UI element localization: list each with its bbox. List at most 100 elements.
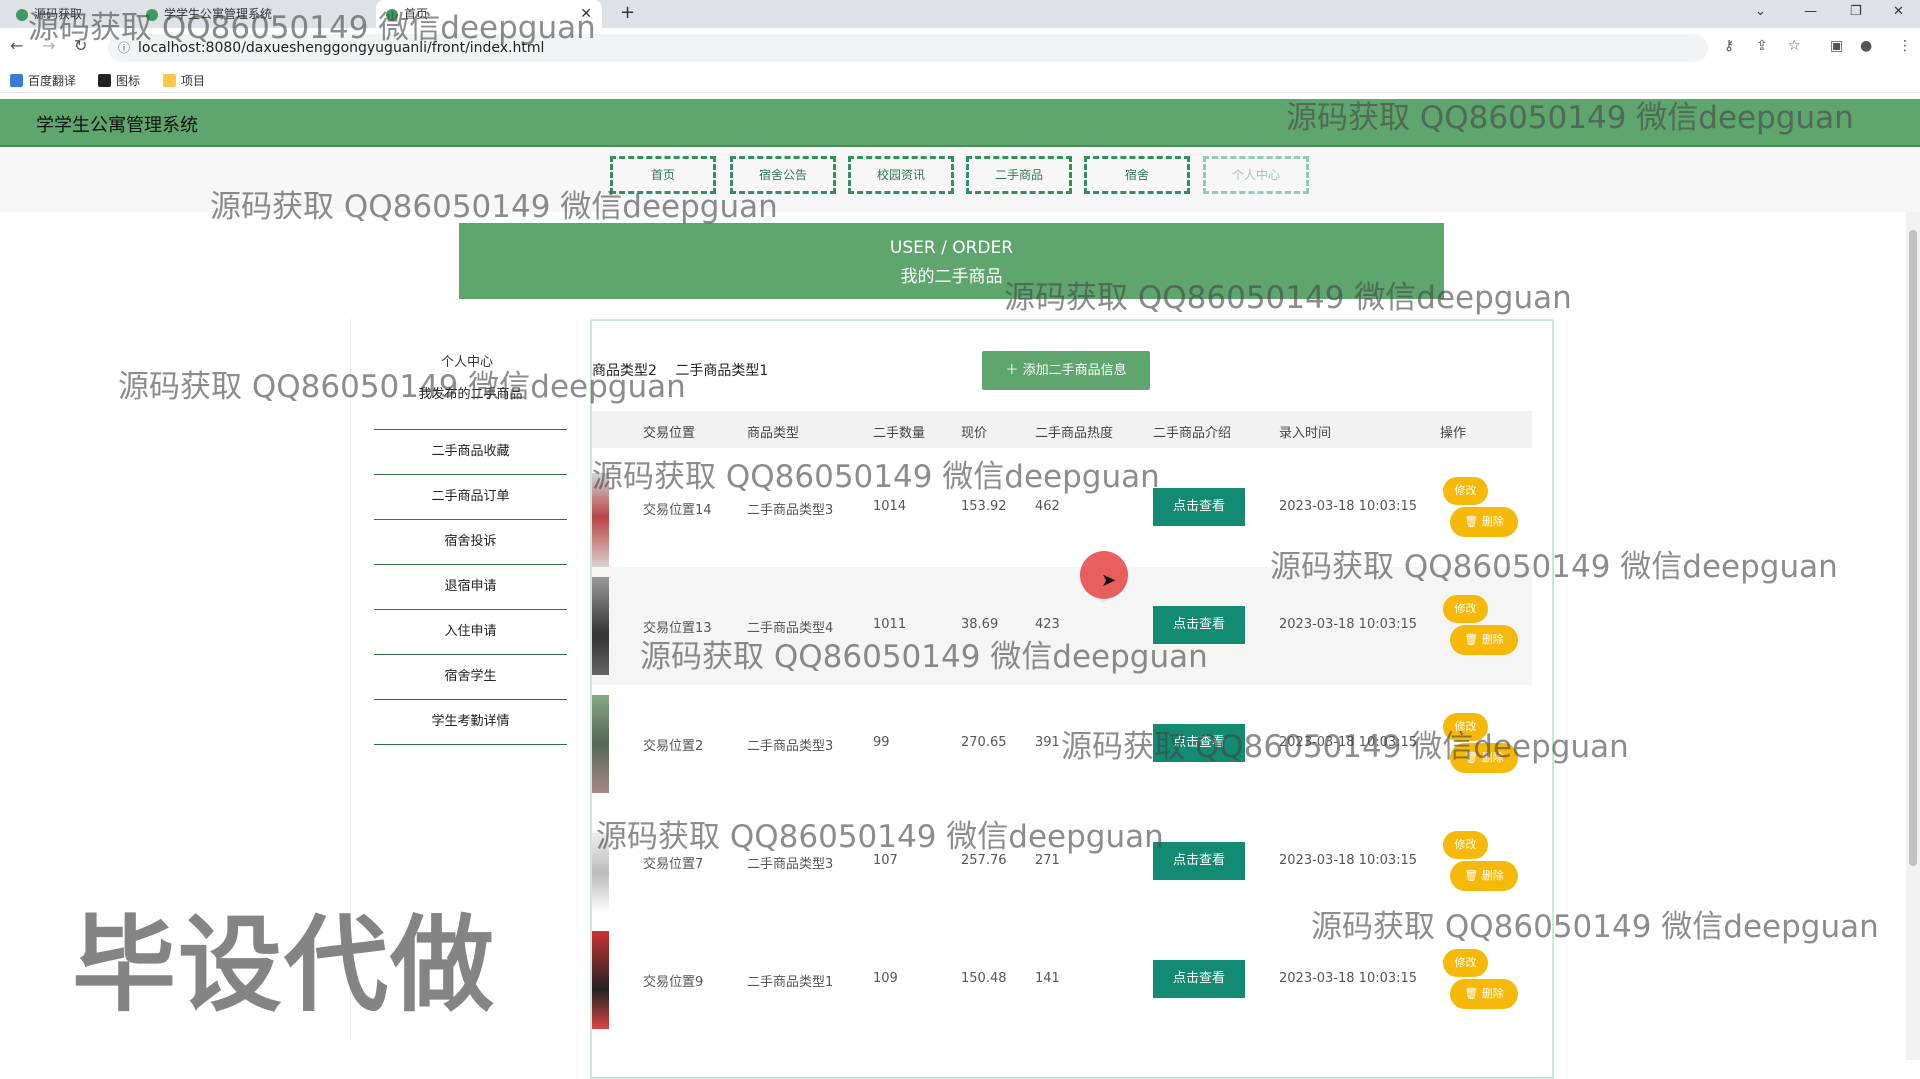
- goods-thumbnail[interactable]: [592, 695, 609, 793]
- sidebar-item-checkin[interactable]: 入住申请: [374, 610, 567, 655]
- bookmark-label: 百度翻译: [28, 74, 77, 88]
- sidebar-item-checkout[interactable]: 退宿申请: [374, 565, 567, 610]
- sidebar-item-orders[interactable]: 二手商品订单: [374, 475, 567, 520]
- bookmark-item[interactable]: 百度翻译: [10, 72, 76, 89]
- th-quantity: 二手数量: [873, 426, 926, 441]
- cell-type: 二手商品类型3: [747, 503, 834, 518]
- table-header: 交易位置 商品类型 二手数量 现价 二手商品热度 二手商品介绍 录入时间 操作: [592, 411, 1532, 448]
- cell-location: 交易位置9: [643, 975, 704, 990]
- cell-time: 2023-03-18 10:03:15: [1279, 853, 1418, 868]
- watermark: 源码获取 QQ86050149 微信deepguan: [1004, 280, 1572, 316]
- trash-icon: 🗑: [1464, 633, 1479, 646]
- nav-campus-news[interactable]: 校园资讯: [848, 156, 954, 194]
- delete-label: 删除: [1481, 633, 1504, 646]
- key-icon[interactable]: ⚷: [1724, 38, 1734, 54]
- cell-heat: 423: [1035, 617, 1060, 632]
- side-panel-icon[interactable]: ▣: [1830, 38, 1843, 54]
- filter-type-1[interactable]: 二手商品类型1: [675, 363, 768, 379]
- watermark: 源码获取 QQ86050149 微信deepguan: [592, 459, 1160, 495]
- nav-dorm[interactable]: 宿舍: [1084, 156, 1190, 194]
- mouse-pointer-icon: ➤: [1101, 570, 1117, 591]
- banner-subtitle: USER / ORDER: [889, 238, 1014, 258]
- cell-price: 38.69: [961, 617, 999, 632]
- menu-dots-icon[interactable]: ⋮: [1898, 38, 1912, 54]
- watermark: 源码获取 QQ86050149 微信deepguan: [640, 639, 1208, 675]
- share-icon[interactable]: ⇪: [1756, 38, 1768, 54]
- trash-icon: 🗑: [1464, 515, 1479, 528]
- edit-button[interactable]: 修改: [1443, 949, 1488, 977]
- cell-price: 150.48: [961, 971, 1007, 986]
- delete-button[interactable]: 🗑 删除: [1450, 507, 1518, 537]
- cell-time: 2023-03-18 10:03:15: [1279, 617, 1418, 632]
- cell-type: 二手商品类型3: [747, 739, 834, 754]
- goods-thumbnail[interactable]: [592, 577, 609, 675]
- th-heat: 二手商品热度: [1035, 426, 1114, 441]
- nav-personal-center[interactable]: 个人中心: [1203, 156, 1309, 194]
- cell-location: 交易位置14: [643, 503, 712, 518]
- add-goods-button[interactable]: ＋ 添加二手商品信息: [982, 351, 1150, 390]
- page-scrollbar[interactable]: [1906, 212, 1920, 1060]
- star-icon[interactable]: ☆: [1788, 38, 1801, 54]
- big-watermark: 毕设代做: [72, 904, 497, 1026]
- view-intro-button[interactable]: 点击查看: [1153, 960, 1245, 998]
- plus-icon: ＋: [1005, 363, 1019, 378]
- delete-button[interactable]: 🗑 删除: [1450, 979, 1518, 1009]
- view-intro-button[interactable]: 点击查看: [1153, 488, 1245, 526]
- cell-heat: 462: [1035, 499, 1060, 514]
- th-actions: 操作: [1440, 426, 1467, 441]
- sidebar-item-dorm-students[interactable]: 宿舍学生: [374, 655, 567, 700]
- scrollbar-thumb[interactable]: [1909, 230, 1917, 866]
- watermark: 源码获取 QQ86050149 微信deepguan: [1061, 729, 1629, 765]
- cell-quantity: 1011: [873, 617, 907, 632]
- nav-second-hand[interactable]: 二手商品: [966, 156, 1072, 194]
- folder-icon: [163, 74, 176, 87]
- bookmark-item[interactable]: 项目: [163, 72, 205, 89]
- th-location: 交易位置: [643, 426, 696, 441]
- delete-button[interactable]: 🗑 删除: [1450, 625, 1518, 655]
- cell-heat: 141: [1035, 971, 1060, 986]
- cell-quantity: 109: [873, 971, 898, 986]
- tab-search-icon[interactable]: ⌄: [1755, 4, 1766, 19]
- watermark: 源码获取 QQ86050149 微信deepguan: [1270, 549, 1838, 585]
- cell-price: 270.65: [961, 735, 1007, 750]
- translate-icon: [10, 74, 23, 87]
- restore-icon[interactable]: ❐: [1850, 4, 1862, 19]
- edit-button[interactable]: 修改: [1443, 595, 1488, 623]
- watermark: 源码获取 QQ86050149 微信deepguan: [1311, 909, 1879, 945]
- cell-quantity: 1014: [873, 499, 907, 514]
- edit-button[interactable]: 修改: [1443, 477, 1488, 505]
- trash-icon: 🗑: [1464, 987, 1479, 1000]
- delete-button[interactable]: 🗑 删除: [1450, 861, 1518, 891]
- window-close-icon[interactable]: ✕: [1893, 4, 1904, 19]
- bookmark-label: 项目: [181, 74, 206, 88]
- view-intro-button[interactable]: 点击查看: [1153, 842, 1245, 880]
- watermark: 源码获取 QQ86050149 微信deepguan: [28, 10, 596, 46]
- cell-location: 交易位置2: [643, 739, 704, 754]
- watermark: 源码获取 QQ86050149 微信deepguan: [210, 189, 778, 225]
- th-intro: 二手商品介绍: [1153, 426, 1232, 441]
- delete-label: 删除: [1481, 869, 1504, 882]
- watermark: 源码获取 QQ86050149 微信deepguan: [118, 369, 686, 405]
- add-goods-label: 添加二手商品信息: [1022, 363, 1127, 378]
- edit-button[interactable]: 修改: [1443, 831, 1488, 859]
- bookmark-item[interactable]: 图标: [98, 72, 140, 89]
- sidebar-item-favorites[interactable]: 二手商品收藏: [374, 430, 567, 475]
- bookmarks-bar: 百度翻译 图标 项目: [0, 68, 1920, 93]
- sidebar-item-attendance[interactable]: 学生考勤详情: [374, 700, 567, 745]
- new-tab-icon[interactable]: +: [620, 2, 635, 23]
- site-title: 学学生公寓管理系统: [36, 115, 198, 136]
- sidebar-item-complaints[interactable]: 宿舍投诉: [374, 520, 567, 565]
- cell-quantity: 99: [873, 735, 890, 750]
- cell-time: 2023-03-18 10:03:15: [1279, 499, 1418, 514]
- image-icon: [98, 74, 111, 87]
- profile-avatar-icon[interactable]: ●: [1860, 38, 1872, 54]
- th-price: 现价: [961, 426, 988, 441]
- bookmark-label: 图标: [116, 74, 141, 88]
- th-type: 商品类型: [747, 426, 800, 441]
- delete-label: 删除: [1481, 987, 1504, 1000]
- cell-heat: 391: [1035, 735, 1060, 750]
- watermark: 源码获取 QQ86050149 微信deepguan: [596, 819, 1164, 855]
- back-icon[interactable]: ←: [10, 36, 23, 55]
- minimize-icon[interactable]: —: [1804, 4, 1817, 19]
- goods-thumbnail[interactable]: [592, 931, 609, 1029]
